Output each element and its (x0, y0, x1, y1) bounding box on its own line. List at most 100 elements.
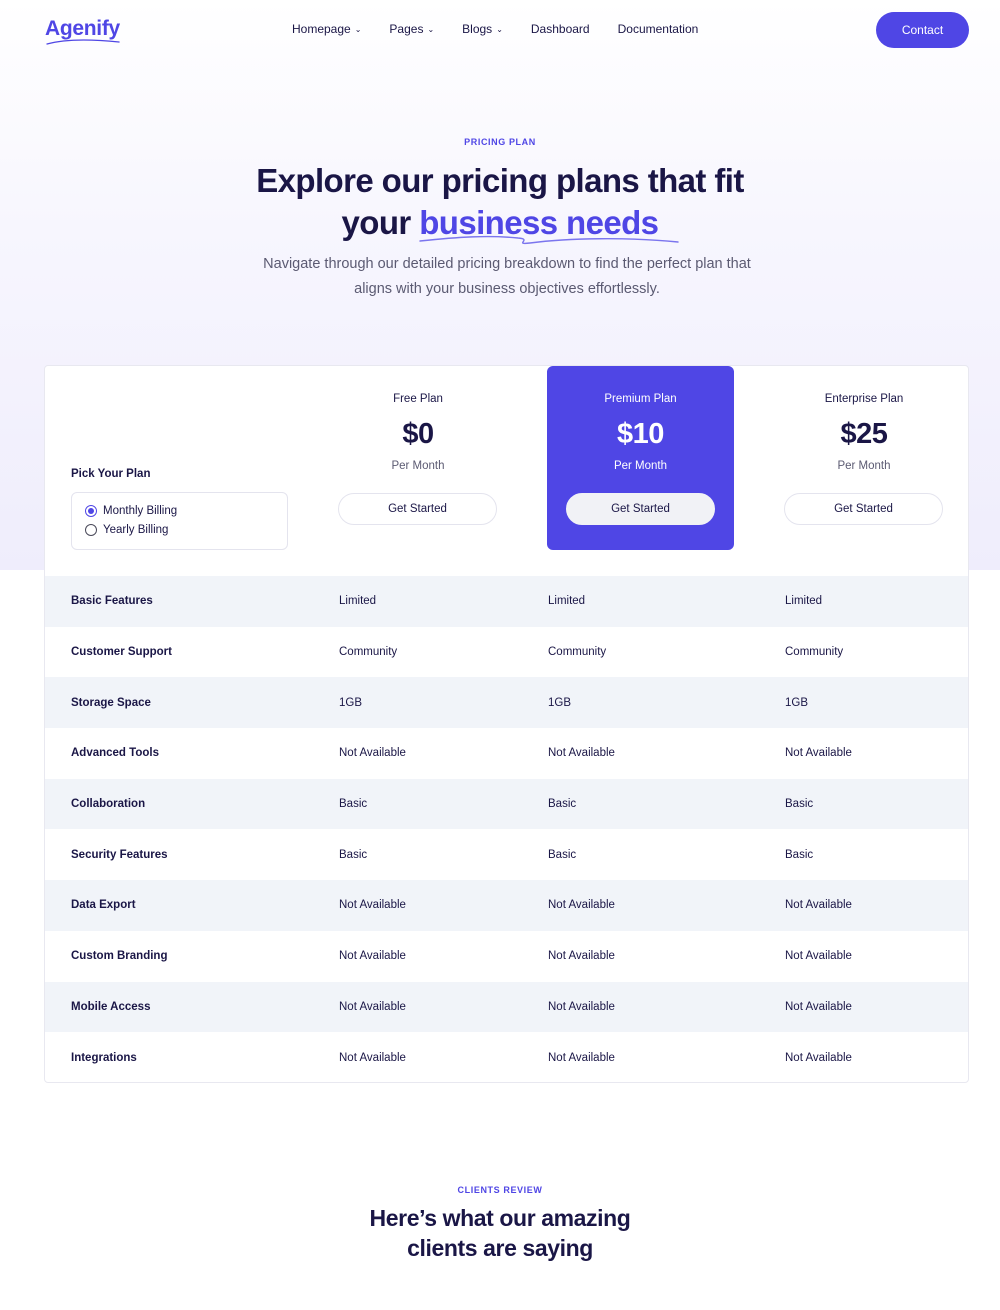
nav-item-blogs[interactable]: Blogs ⌄ (462, 22, 503, 36)
billing-toggle: Monthly Billing Yearly Billing (71, 492, 288, 550)
radio-selected-icon[interactable] (85, 505, 97, 517)
title-underline-icon (419, 235, 679, 245)
feature-value-premium: Community (548, 646, 607, 659)
feature-value-free: Basic (339, 848, 368, 861)
feature-name: Data Export (71, 899, 136, 912)
feature-value-free: Not Available (339, 950, 406, 963)
feature-value-free: Limited (339, 595, 377, 608)
billing-option-yearly[interactable]: Yearly Billing (85, 524, 168, 536)
plan-period: Per Month (391, 460, 445, 472)
feature-value-premium: Not Available (548, 1051, 615, 1064)
billing-option-label: Yearly Billing (103, 524, 169, 536)
plan-price: $25 (840, 418, 888, 450)
feature-value-free: Not Available (339, 1051, 406, 1064)
nav-item-documentation[interactable]: Documentation (618, 22, 699, 36)
feature-value-free: 1GB (339, 696, 363, 709)
chevron-down-icon: ⌄ (354, 24, 362, 34)
feature-value-premium: Not Available (548, 950, 615, 963)
title-line-2-prefix: your (341, 204, 420, 241)
feature-name: Integrations (71, 1051, 137, 1064)
plan-name: Enterprise Plan (824, 393, 904, 405)
feature-value-enterprise: Not Available (785, 1000, 852, 1013)
feature-value-enterprise: Community (785, 646, 844, 659)
plan-card-premium: Premium Plan $10 Per Month Get Started (547, 366, 734, 550)
page-subtitle: Navigate through our detailed pricing br… (263, 256, 751, 297)
feature-name: Custom Branding (71, 950, 168, 963)
feature-name: Advanced Tools (71, 747, 159, 760)
title-line-2: clients are saying (407, 1235, 593, 1261)
title-line-1: Here’s what our amazing (369, 1205, 631, 1231)
feature-name: Security Features (71, 848, 168, 861)
plan-period: Per Month (613, 460, 668, 472)
feature-name: Basic Features (71, 595, 153, 608)
get-started-button-premium[interactable]: Get Started (566, 493, 715, 525)
feature-value-premium: Not Available (548, 1000, 615, 1013)
nav-item-label: Dashboard (530, 22, 590, 36)
chevron-down-icon: ⌄ (427, 24, 435, 34)
table-row: Storage Space 1GB 1GB 1GB (45, 677, 968, 729)
plan-card-enterprise: Enterprise Plan $25 Per Month Get Starte… (770, 366, 958, 550)
table-row: Mobile Access Not Available Not Availabl… (45, 981, 968, 1033)
feature-value-free: Not Available (339, 747, 406, 760)
table-row: Collaboration Basic Basic Basic (45, 778, 968, 830)
table-row: Integrations Not Available Not Available… (45, 1032, 968, 1083)
feature-value-premium: Not Available (548, 747, 615, 760)
nav-item-label: Pages (389, 22, 424, 36)
feature-rows: Basic Features Limited Limited Limited C… (45, 576, 968, 1083)
get-started-button-free[interactable]: Get Started (338, 493, 497, 525)
pricing-table: Pick Your Plan Monthly Billing Yearly Bi… (44, 365, 969, 1083)
table-row: Customer Support Community Community Com… (45, 627, 968, 678)
pick-plan-label: Pick Your Plan (71, 468, 151, 480)
nav-item-label: Blogs (462, 22, 493, 36)
feature-name: Collaboration (71, 798, 146, 811)
get-started-button-enterprise[interactable]: Get Started (784, 493, 943, 525)
radio-unselected-icon[interactable] (85, 524, 97, 536)
table-row: Custom Branding Not Available Not Availa… (45, 931, 968, 982)
feature-value-enterprise: Limited (785, 595, 823, 608)
feature-value-enterprise: 1GB (785, 696, 809, 709)
feature-name: Mobile Access (71, 1000, 151, 1013)
section-eyebrow: PRICING PLAN (464, 137, 536, 147)
navbar: Agenify Homepage ⌄ Pages ⌄ Blogs ⌄ Dashb… (0, 0, 1000, 60)
feature-value-premium: 1GB (548, 696, 572, 709)
feature-value-enterprise: Not Available (785, 747, 852, 760)
plan-period: Per Month (837, 460, 891, 472)
plan-price: $10 (617, 418, 664, 450)
nav-item-label: Documentation (617, 22, 699, 36)
table-row: Security Features Basic Basic Basic (45, 829, 968, 880)
section-title: Here’s what our amazing clients are sayi… (0, 1203, 1000, 1263)
feature-name: Customer Support (71, 646, 172, 659)
plan-name: Premium Plan (604, 393, 677, 405)
billing-option-monthly[interactable]: Monthly Billing (85, 505, 177, 517)
feature-value-enterprise: Basic (785, 848, 814, 861)
feature-value-free: Basic (339, 798, 368, 811)
plan-price: $0 (402, 418, 434, 450)
nav-item-label: Homepage (292, 22, 351, 36)
nav-item-dashboard[interactable]: Dashboard (531, 22, 590, 36)
feature-value-free: Community (339, 646, 398, 659)
nav-item-pages[interactable]: Pages ⌄ (389, 22, 434, 36)
billing-option-label: Monthly Billing (103, 505, 178, 517)
nav-links: Homepage ⌄ Pages ⌄ Blogs ⌄ Dashboard Doc… (292, 22, 726, 36)
feature-value-premium: Not Available (548, 899, 615, 912)
section-eyebrow: CLIENTS REVIEW (457, 1185, 543, 1195)
feature-value-premium: Basic (548, 848, 577, 861)
nav-item-homepage[interactable]: Homepage ⌄ (292, 22, 361, 36)
contact-button[interactable]: Contact (876, 12, 969, 48)
table-row: Data Export Not Available Not Available … (45, 880, 968, 931)
feature-name: Storage Space (71, 696, 151, 709)
plan-name: Free Plan (393, 393, 443, 405)
feature-value-enterprise: Not Available (785, 950, 852, 963)
feature-value-enterprise: Basic (785, 798, 814, 811)
feature-value-premium: Basic (548, 798, 577, 811)
chevron-down-icon: ⌄ (496, 24, 503, 34)
feature-value-free: Not Available (339, 1000, 406, 1013)
feature-value-free: Not Available (339, 899, 406, 912)
table-row: Advanced Tools Not Available Not Availab… (45, 728, 968, 779)
feature-value-premium: Limited (548, 595, 586, 608)
table-row: Basic Features Limited Limited Limited (45, 576, 968, 627)
feature-value-enterprise: Not Available (785, 899, 852, 912)
title-line-1: Explore our pricing plans that fit (256, 162, 744, 199)
plan-card-free: Free Plan $0 Per Month Get Started (324, 366, 512, 550)
feature-value-enterprise: Not Available (785, 1051, 852, 1064)
